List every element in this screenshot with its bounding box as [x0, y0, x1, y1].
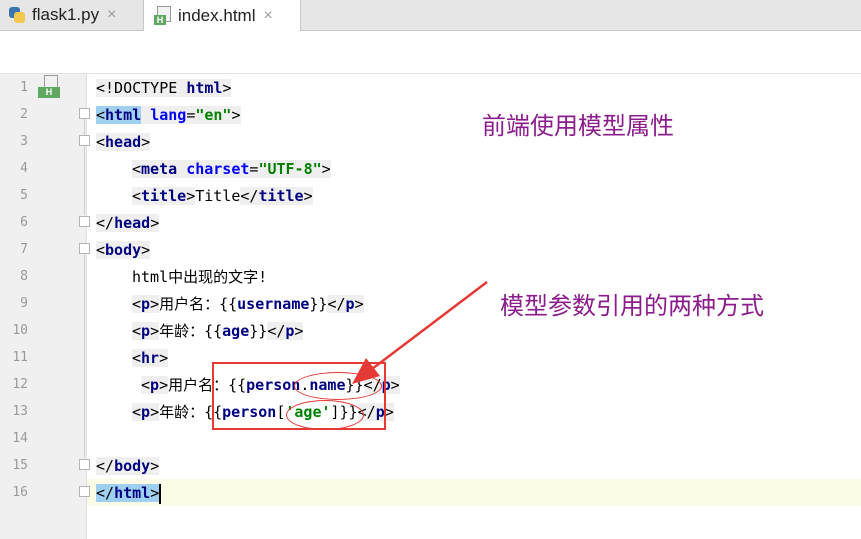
line-number: 10 — [12, 323, 28, 338]
line-number: 4 — [20, 161, 28, 176]
highlight-ellipse-age — [286, 400, 364, 430]
close-icon[interactable]: × — [263, 7, 272, 25]
code-line-3[interactable]: <head> — [96, 129, 151, 156]
fold-guide — [84, 119, 85, 215]
line-number: 16 — [12, 485, 28, 500]
code-line-10[interactable]: <p>年龄：{{age}}</p> — [132, 318, 304, 345]
template-var-username: username — [237, 295, 310, 313]
line-number: 1 — [20, 80, 28, 95]
code-line-16[interactable]: </html> — [96, 480, 162, 507]
line-number: 5 — [20, 188, 28, 203]
editor-breadcrumb-strip — [0, 31, 861, 74]
code-line-5[interactable]: <title>Title</title> — [132, 183, 313, 210]
line-number: 2 — [20, 107, 28, 122]
html-open-tag: <html — [96, 106, 142, 124]
code-line-9[interactable]: <p>用户名：{{username}}</p> — [132, 291, 364, 318]
meta-tag: <meta charset="UTF-8"> — [132, 160, 331, 178]
code-line-4[interactable]: <meta charset="UTF-8"> — [132, 156, 331, 183]
fold-marker-html[interactable] — [79, 108, 90, 119]
fold-marker-head[interactable] — [79, 135, 90, 146]
title-close-tag: </title> — [240, 187, 313, 205]
head-close-tag: </head> — [96, 214, 160, 232]
close-icon[interactable]: × — [107, 6, 116, 24]
html-file-icon: H — [154, 5, 172, 26]
tab-index-html[interactable]: H index.html × — [143, 0, 301, 31]
html-close-tag: </html> — [96, 484, 160, 502]
template-var-age: age — [222, 322, 250, 340]
line-number: 15 — [12, 458, 28, 473]
line-number: 7 — [20, 242, 28, 257]
text-caret — [159, 483, 162, 504]
line-number: 6 — [20, 215, 28, 230]
doctype-tag: <!DOCTYPE html> — [96, 79, 232, 97]
html-file-gutter-icon: H — [38, 75, 62, 99]
code-line-1[interactable]: <!DOCTYPE html> — [96, 75, 232, 102]
code-line-15[interactable]: </body> — [96, 453, 160, 480]
body-text: html中出现的文字! — [132, 268, 268, 286]
tab-flask1-py[interactable]: flask1.py × — [0, 0, 142, 30]
code-line-6[interactable]: </head> — [96, 210, 160, 237]
fold-marker-body-end[interactable] — [79, 459, 90, 470]
fold-guide — [84, 254, 85, 458]
code-line-8[interactable]: html中出现的文字! — [132, 264, 267, 291]
line-number: 12 — [12, 377, 28, 392]
highlight-ellipse-name — [294, 372, 382, 400]
code-line-11[interactable]: <hr> — [132, 345, 169, 372]
attr-value: "en" — [195, 106, 232, 124]
line-number: 8 — [20, 269, 28, 284]
fold-marker-body[interactable] — [79, 243, 90, 254]
line-number: 9 — [20, 296, 28, 311]
fold-marker-head-end[interactable] — [79, 216, 90, 227]
code-line-2[interactable]: <html lang="en"> — [96, 102, 241, 129]
editor-tab-bar: flask1.py × H index.html × — [0, 0, 861, 31]
head-open-tag: <head> — [96, 133, 151, 151]
line-number: 11 — [12, 350, 28, 365]
annotation-two-ways: 模型参数引用的两种方式 — [500, 292, 764, 320]
line-number: 13 — [12, 404, 28, 419]
title-open-tag: <title> — [132, 187, 196, 205]
line-number: 3 — [20, 134, 28, 149]
tab-label: flask1.py — [32, 5, 100, 24]
title-text: Title — [195, 187, 241, 205]
line-number: 14 — [12, 431, 28, 446]
body-close-tag: </body> — [96, 457, 160, 475]
body-open-tag: <body> — [96, 241, 151, 259]
current-line-highlight — [87, 479, 861, 506]
hr-tag: <hr> — [132, 349, 169, 367]
python-file-icon — [8, 6, 26, 24]
fold-marker-html-end[interactable] — [79, 486, 90, 497]
attr-name: lang — [150, 106, 187, 124]
tab-label: index.html — [178, 5, 256, 25]
annotation-model-attribute: 前端使用模型属性 — [482, 112, 674, 140]
code-line-7[interactable]: <body> — [96, 237, 151, 264]
